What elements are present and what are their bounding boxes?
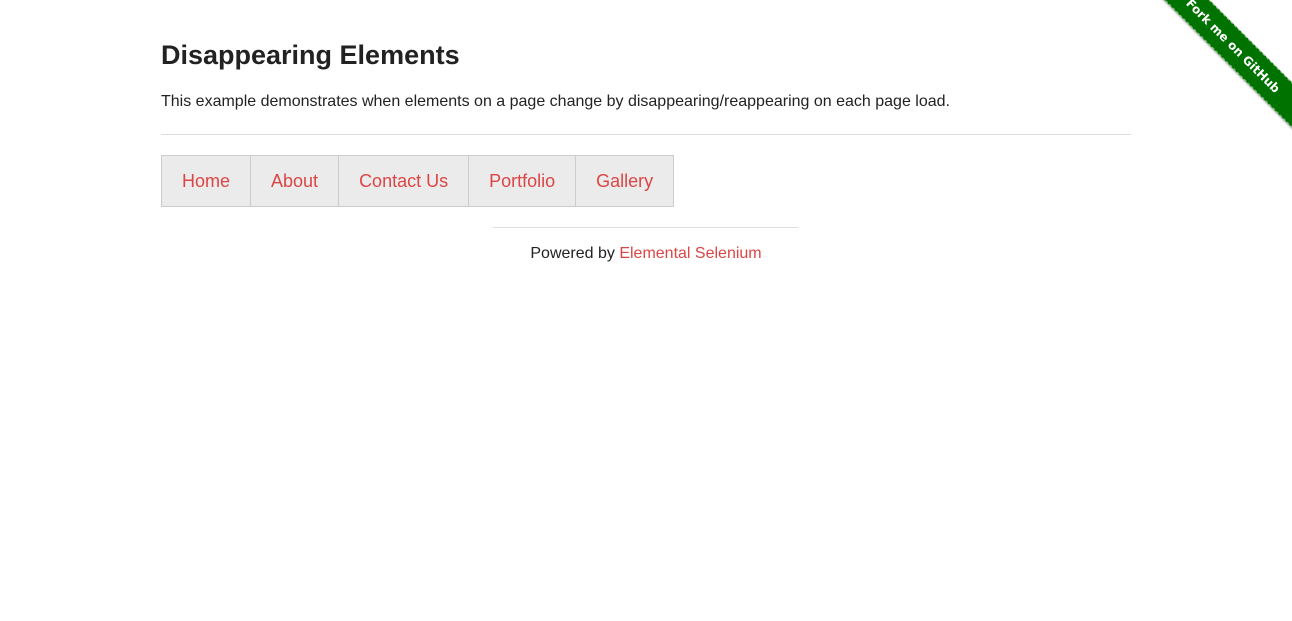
menu-item-home: Home: [161, 155, 252, 207]
footer-divider: [493, 227, 798, 228]
page-title: Disappearing Elements: [161, 40, 460, 70]
menu-link-portfolio[interactable]: Portfolio: [469, 156, 575, 206]
footer-prefix: Powered by: [530, 245, 615, 262]
menu-link-about[interactable]: About: [251, 156, 338, 206]
nav-menu: Home About Contact Us Portfolio Gallery: [161, 155, 675, 207]
menu-link-contact-us[interactable]: Contact Us: [339, 156, 468, 206]
menu-link-gallery[interactable]: Gallery: [576, 156, 673, 206]
menu-link-home[interactable]: Home: [162, 156, 250, 206]
fork-me-on-github-ribbon[interactable]: Fork me on GitHub: [1147, 0, 1292, 132]
github-ribbon-container: Fork me on GitHub: [1143, 0, 1292, 149]
menu-item-gallery: Gallery: [575, 155, 675, 207]
footer-link-elemental-selenium[interactable]: Elemental Selenium: [619, 245, 761, 262]
header-divider: [161, 134, 1131, 135]
page-footer: Powered by Elemental Selenium: [0, 244, 1292, 264]
menu-item-about: About: [250, 155, 340, 207]
menu-item-contact-us: Contact Us: [338, 155, 470, 207]
page-description: This example demonstrates when elements …: [161, 93, 950, 110]
menu-item-portfolio: Portfolio: [468, 155, 577, 207]
